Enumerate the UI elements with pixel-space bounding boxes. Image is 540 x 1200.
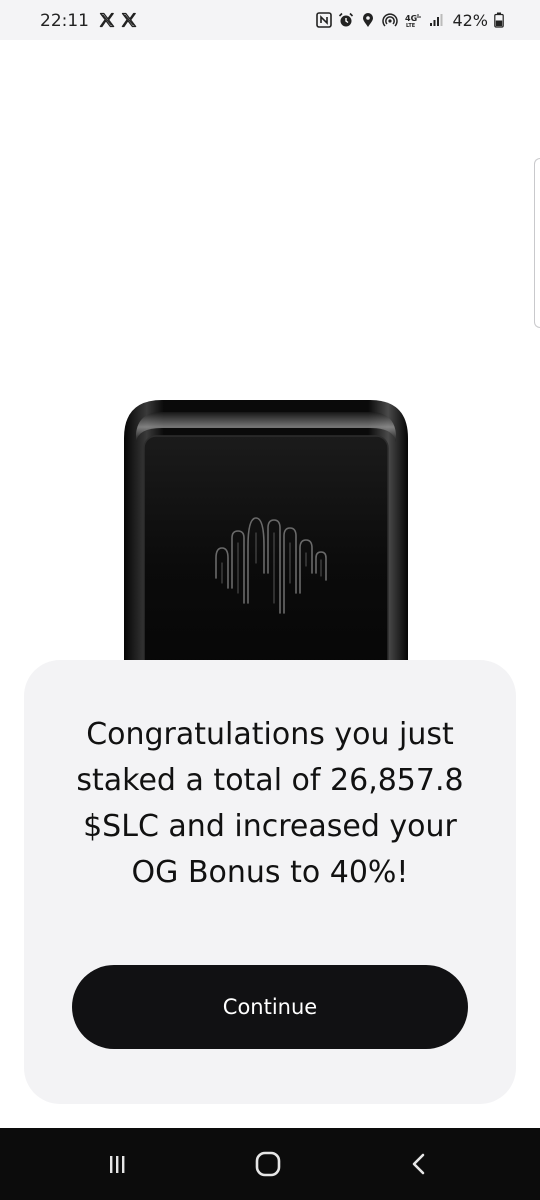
x-icon: [99, 12, 115, 28]
x-icon: [121, 12, 137, 28]
svg-text:4G: 4G: [405, 14, 417, 23]
nfc-icon: [316, 12, 333, 28]
screen: 22:11 4G LTE 42% Congratulations you jus…: [0, 0, 540, 1200]
confirmation-card: Congratulations you just staked a total …: [24, 660, 516, 1104]
success-message: Congratulations you just staked a total …: [76, 717, 464, 890]
home-button[interactable]: [250, 1146, 286, 1182]
status-time: 22:11: [40, 11, 89, 31]
battery-percent: 42%: [452, 10, 488, 30]
battery-icon: [494, 12, 504, 28]
back-button[interactable]: [402, 1146, 438, 1182]
signal-icon: [430, 14, 443, 26]
recent-apps-icon: [110, 1156, 125, 1173]
navigation-bar: [0, 1128, 540, 1200]
recent-apps-button[interactable]: [99, 1146, 135, 1182]
network-4g-lte-icon: 4G LTE: [405, 14, 421, 28]
back-icon: [412, 1153, 425, 1175]
status-icons: 4G LTE 42%: [316, 9, 504, 31]
hotspot-icon: [382, 13, 399, 27]
alarm-icon: [339, 12, 354, 27]
continue-button[interactable]: Continue: [72, 965, 468, 1049]
product-image: [124, 400, 408, 698]
home-icon: [255, 1151, 281, 1177]
status-bar: 22:11 4G LTE 42%: [0, 0, 540, 40]
location-icon: [363, 13, 374, 27]
edge-panel-handle[interactable]: [534, 158, 540, 328]
svg-text:LTE: LTE: [406, 23, 416, 28]
